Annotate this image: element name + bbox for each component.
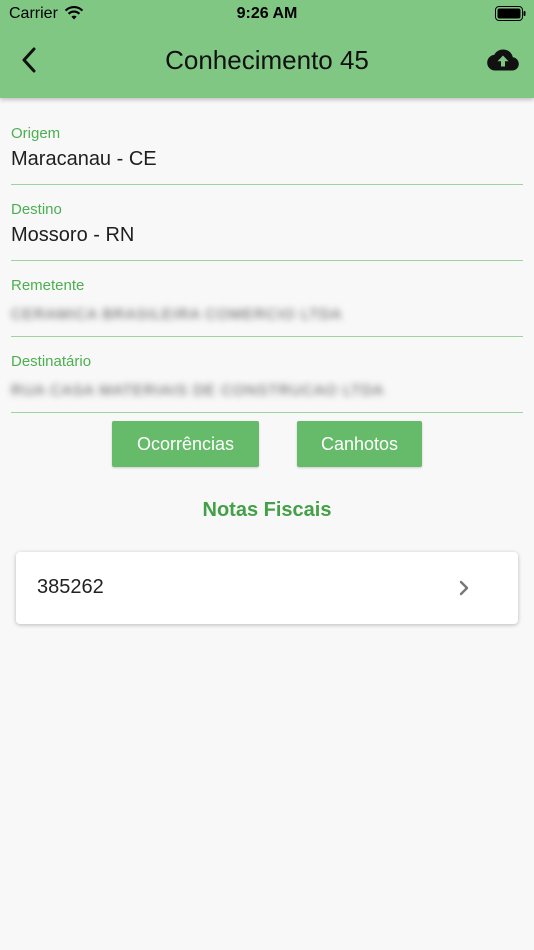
page-title: Conhecimento 45 [165, 45, 369, 75]
ocorrencias-button[interactable]: Ocorrências [112, 421, 259, 467]
destino-label: Destino [11, 201, 62, 218]
upload-button[interactable] [484, 46, 522, 78]
canhotos-button[interactable]: Canhotos [297, 421, 422, 467]
divider [11, 260, 523, 261]
nota-fiscal-item[interactable]: 385262 [16, 552, 518, 624]
destino-field: Destino Mossoro - RN [11, 201, 523, 247]
origem-label: Origem [11, 125, 61, 142]
remetente-field: Remetente CERAMICA BRASILEIRA COMERCIO L… [11, 277, 523, 327]
destinatario-value: RUA CASA MATERIAIS DE CONSTRUCAO LTDA [11, 382, 385, 399]
remetente-label: Remetente [11, 277, 85, 294]
app-bar: Carrier 9:26 AM Conhecimento 45 [0, 0, 534, 98]
notas-fiscais-title: Notas Fiscais [202, 499, 332, 521]
status-time: 9:26 AM [236, 5, 298, 22]
destino-value: Mossoro - RN [11, 224, 135, 246]
divider [11, 184, 523, 185]
destinatario-field: Destinatário RUA CASA MATERIAIS DE CONST… [11, 353, 523, 403]
cloud-upload-icon [487, 49, 519, 76]
origem-field: Origem Maracanau - CE [11, 125, 523, 171]
nota-fiscal-number: 385262 [37, 576, 104, 598]
remetente-value: CERAMICA BRASILEIRA COMERCIO LTDA [11, 306, 343, 323]
battery-icon [495, 6, 526, 21]
destinatario-label: Destinatário [11, 353, 92, 370]
origem-value: Maracanau - CE [11, 148, 157, 170]
chevron-left-icon [21, 47, 37, 78]
divider [11, 412, 523, 413]
divider [11, 336, 523, 337]
status-bar: Carrier 9:26 AM [0, 0, 534, 28]
chevron-right-icon [457, 578, 471, 598]
back-button[interactable] [14, 46, 44, 78]
